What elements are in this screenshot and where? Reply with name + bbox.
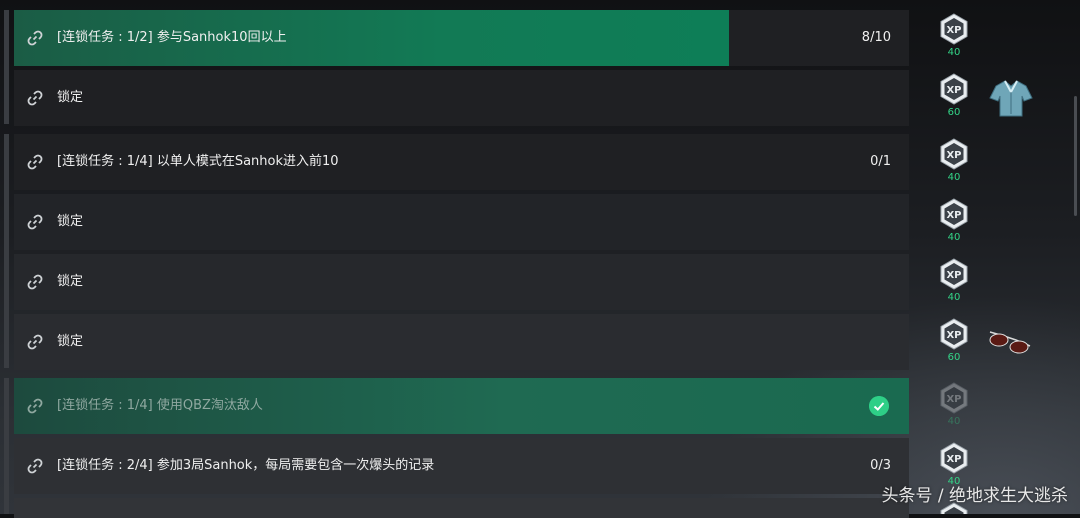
mission-row[interactable]: [连锁任务 : 2/4] 参加3局Sanhok，每局需要包含一次爆头的记录 0/… xyxy=(14,438,909,494)
xp-badge-icon: XP xyxy=(940,73,968,105)
chain-link-icon xyxy=(27,458,43,474)
mission-label: 锁定 xyxy=(57,90,84,105)
xp-badge-icon: XP xyxy=(940,258,968,290)
xp-badge-icon: XP xyxy=(940,198,968,230)
scrollbar[interactable] xyxy=(1074,96,1077,216)
mission-row[interactable]: 锁定 xyxy=(14,194,909,250)
xp-badge-icon: XP xyxy=(940,318,968,350)
mission-label: 锁定 xyxy=(57,274,84,289)
xp-amount: 40 xyxy=(947,172,961,183)
svg-text:XP: XP xyxy=(946,210,961,221)
xp-reward: XP 40 xyxy=(938,138,970,183)
mission-label: [连锁任务 : 2/4] 参加3局Sanhok，每局需要包含一次爆头的记录 xyxy=(57,458,435,473)
xp-badge-icon: XP xyxy=(940,138,968,170)
svg-text:XP: XP xyxy=(946,270,961,281)
xp-amount: 40 xyxy=(947,232,961,243)
shirt-reward-icon[interactable] xyxy=(988,78,1034,120)
xp-reward: XP 60 xyxy=(938,318,970,363)
mission-label: 锁定 xyxy=(57,334,84,349)
svg-text:XP: XP xyxy=(946,85,961,96)
svg-text:XP: XP xyxy=(946,454,961,465)
mission-group-bar xyxy=(4,378,9,514)
watermark: 头条号 / 绝地求生大逃杀 xyxy=(881,486,1068,506)
xp-amount: 40 xyxy=(947,416,961,427)
mission-row[interactable]: 锁定 xyxy=(14,314,909,370)
xp-reward: XP 60 xyxy=(938,73,970,118)
xp-reward: XP 40 xyxy=(938,258,970,303)
mission-group-bar xyxy=(4,10,9,124)
chain-link-icon xyxy=(27,334,43,350)
mission-label: [连锁任务 : 1/4] 使用QBZ淘汰敌人 xyxy=(57,398,263,413)
xp-amount: 60 xyxy=(947,107,961,118)
xp-badge-icon: XP xyxy=(940,442,968,474)
xp-amount: 60 xyxy=(947,352,961,363)
chain-link-icon xyxy=(27,214,43,230)
xp-badge-icon: XP xyxy=(940,382,968,414)
xp-reward: XP 40 xyxy=(938,382,970,427)
mission-progress-count: 0/1 xyxy=(870,154,891,169)
svg-text:XP: XP xyxy=(946,330,961,341)
chain-link-icon xyxy=(27,398,43,414)
chain-link-icon xyxy=(27,30,43,46)
sunglasses-reward-icon[interactable] xyxy=(986,326,1036,356)
mission-group-bar xyxy=(4,134,9,368)
mission-label: 锁定 xyxy=(57,214,84,229)
mission-label: [连锁任务 : 1/4] 以单人模式在Sanhok进入前10 xyxy=(57,154,339,169)
xp-reward: XP 40 xyxy=(938,13,970,58)
mission-row[interactable] xyxy=(14,498,909,518)
xp-amount: 40 xyxy=(947,292,961,303)
mission-progress-count: 8/10 xyxy=(861,30,891,45)
mission-row[interactable]: [连锁任务 : 1/4] 使用QBZ淘汰敌人 xyxy=(14,378,909,434)
chain-link-icon xyxy=(27,274,43,290)
xp-badge-icon: XP xyxy=(940,13,968,45)
xp-reward: XP 40 xyxy=(938,198,970,243)
xp-amount: 40 xyxy=(947,47,961,58)
svg-text:XP: XP xyxy=(946,150,961,161)
mission-label: [连锁任务 : 1/2] 参与Sanhok10回以上 xyxy=(57,30,287,45)
chain-link-icon xyxy=(27,154,43,170)
chain-link-icon xyxy=(27,90,43,106)
svg-text:XP: XP xyxy=(946,25,961,36)
svg-text:XP: XP xyxy=(946,394,961,405)
mission-row[interactable]: [连锁任务 : 1/4] 以单人模式在Sanhok进入前10 0/1 xyxy=(14,134,909,190)
checkmark-icon xyxy=(869,396,889,416)
mission-row[interactable]: [连锁任务 : 1/2] 参与Sanhok10回以上 8/10 xyxy=(14,10,909,66)
mission-row[interactable]: 锁定 xyxy=(14,70,909,126)
mission-row[interactable]: 锁定 xyxy=(14,254,909,310)
